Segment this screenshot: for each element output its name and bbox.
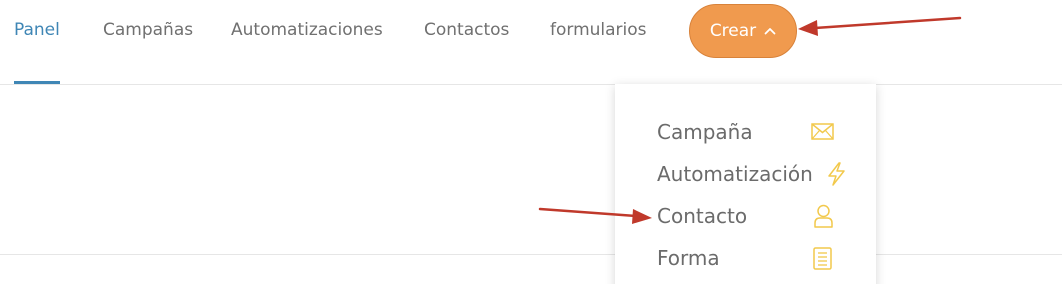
envelope-icon — [811, 123, 834, 140]
content-divider — [0, 254, 1062, 255]
menu-item-label: Automatización — [657, 162, 813, 186]
nav-item-contactos[interactable]: Contactos — [424, 20, 509, 40]
nav-item-formularios[interactable]: formularios — [550, 20, 647, 40]
menu-item-label: Forma — [657, 246, 720, 270]
nav-item-automatizaciones[interactable]: Automatizaciones — [231, 20, 383, 40]
nav-item-panel[interactable]: Panel — [14, 20, 60, 40]
top-nav: Panel Campañas Automatizaciones Contacto… — [0, 0, 1062, 85]
active-tab-indicator — [14, 81, 60, 84]
person-icon — [814, 204, 833, 228]
crear-dropdown-menu: Campaña Automatización Contacto Forma — [615, 84, 876, 284]
menu-item-label: Contacto — [657, 204, 748, 228]
menu-item-label: Campaña — [657, 120, 753, 144]
nav-item-campanas[interactable]: Campañas — [103, 20, 193, 40]
crear-button[interactable]: Crear — [689, 4, 797, 58]
document-icon — [813, 247, 832, 270]
chevron-up-icon — [764, 28, 776, 35]
lightning-icon — [828, 162, 845, 186]
crear-button-label: Crear — [709, 21, 757, 41]
